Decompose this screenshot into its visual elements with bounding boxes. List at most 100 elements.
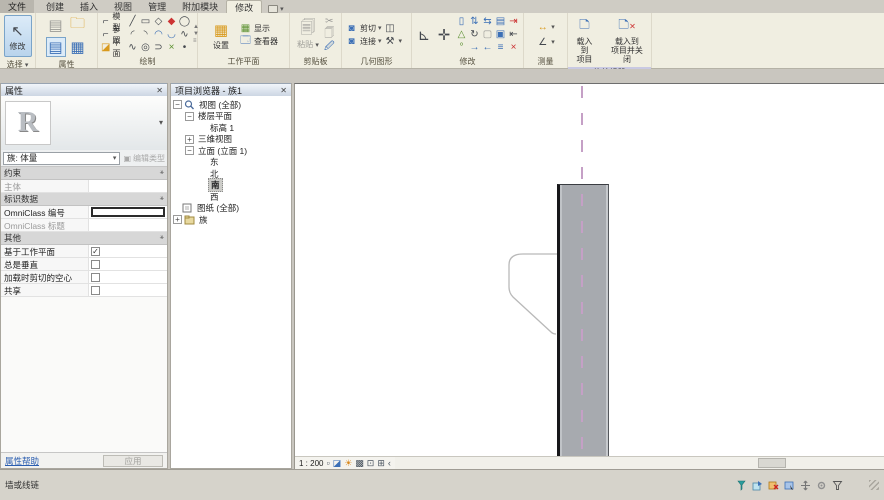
tree-node-floor-plans[interactable]: − 楼层平面 (185, 111, 289, 123)
close-icon[interactable]: ✕ (280, 86, 287, 95)
scale-icon[interactable]: ▣ (494, 28, 507, 40)
elevation-view-south[interactable] (295, 84, 884, 456)
polygon-circumscribed-tool-icon[interactable]: ◆ (165, 15, 178, 27)
point-tool-icon[interactable]: • (178, 41, 191, 53)
collapse-icon[interactable]: − (173, 100, 182, 109)
mirror-axis-icon[interactable]: ⇅ (468, 15, 481, 27)
property-row-cut-voids[interactable]: 加载时剪切的空心 (1, 271, 167, 284)
expand-icon[interactable]: + (185, 135, 194, 144)
family-category-icon[interactable]: 🗀 (68, 15, 88, 35)
delete-icon[interactable]: × (507, 41, 520, 53)
cut-voids-checkbox[interactable] (91, 273, 100, 282)
tree-node-views[interactable]: − 视图 (全部) (173, 99, 289, 111)
work-plane-based-checkbox[interactable]: ✓ (91, 247, 100, 256)
demolish-icon[interactable]: ⚒ (384, 35, 397, 47)
trim-extend-icon[interactable]: ← (481, 41, 494, 53)
extend-icon[interactable]: → (468, 41, 481, 53)
arc-tangent-tool-icon[interactable]: ◠ (152, 28, 165, 40)
tree-node-sheets[interactable]: 图纸 (全部) (173, 203, 289, 215)
load-into-project-close-button[interactable]: 🗅✕ 载入到 项目并关闭 (606, 15, 648, 65)
select-underlay-elements-icon[interactable] (752, 480, 763, 491)
wall-joins-icon[interactable]: ◫ (384, 22, 397, 34)
show-crop-region-icon[interactable]: ⊞ (377, 458, 385, 468)
workplane-viewer-button[interactable]: 🗔查看器 (239, 35, 278, 47)
line-tool-icon[interactable]: ╱ (126, 15, 139, 27)
pin-icon[interactable]: ⇤ (507, 28, 520, 40)
properties-panel-titlebar[interactable]: 属性 ✕ (1, 83, 167, 96)
tree-node-families[interactable]: + 族 (173, 214, 289, 226)
cut-geometry-button[interactable]: ◙剪切▾ (345, 22, 382, 34)
set-workplane-button[interactable]: ▦ 设置 (209, 19, 233, 51)
drawing-canvas[interactable]: 1 : 200 ▫ ◪ ☀ ▩ ⊡ ⊞ ‹ (294, 83, 884, 469)
move-icon[interactable]: ✛ (435, 25, 453, 45)
horizontal-scrollbar[interactable] (395, 457, 884, 469)
circle-tool-icon[interactable]: ◯ (178, 15, 191, 27)
filter-icon[interactable] (832, 480, 843, 491)
measure-angle-button[interactable]: ∠▾ (536, 36, 555, 48)
resize-grip[interactable] (869, 480, 879, 490)
project-browser-titlebar[interactable]: 项目浏览器 - 族1 ✕ (171, 83, 291, 96)
tab-create[interactable]: 创建 (38, 0, 72, 13)
edit-type-button[interactable]: ▣ 编辑类型 (123, 153, 165, 164)
properties-icon[interactable]: ▤ (46, 37, 66, 57)
copy-tool-icon[interactable]: ▤ (494, 15, 507, 27)
type-selector[interactable]: 族: 体量 ▾ (3, 152, 120, 165)
tree-node-level-1[interactable]: 标高 1 (197, 122, 289, 134)
modify-indicator[interactable]: ▾ (268, 5, 284, 13)
shared-checkbox[interactable] (91, 286, 100, 295)
offset-icon[interactable]: ▯ (455, 15, 468, 27)
gear-icon[interactable] (816, 480, 827, 491)
arc-fillet-tool-icon[interactable]: ◡ (165, 28, 178, 40)
tree-node-3d-views[interactable]: + 三维视图 (185, 134, 289, 146)
expand-icon[interactable]: + (173, 215, 182, 224)
modify-tool-button[interactable]: ↖ 修改 (4, 15, 32, 57)
load-into-project-button[interactable]: 🗅 载入到 项目 (571, 15, 598, 65)
collapse-arrow-icon[interactable]: ‹ (388, 458, 391, 468)
tree-node-elevations[interactable]: − 立面 (立面 1) (185, 145, 289, 157)
scale-selector[interactable]: 1 : 200 (299, 459, 323, 468)
arc-center-tool-icon[interactable]: ◝ (139, 28, 152, 40)
measure-dimension-button[interactable]: ↔▾ (536, 21, 555, 33)
close-icon[interactable]: ✕ (156, 86, 163, 95)
polygon-inscribed-tool-icon[interactable]: ◇ (152, 15, 165, 27)
section-constraints[interactable]: 约束 ⚹ (1, 167, 167, 180)
property-row-always-vertical[interactable]: 总是垂直 (1, 258, 167, 271)
tab-manage[interactable]: 管理 (140, 0, 174, 13)
tab-addins[interactable]: 附加模块 (174, 0, 226, 13)
detail-level-icon[interactable]: ▫ (326, 458, 329, 468)
rotate-icon[interactable]: △ (455, 28, 468, 40)
property-row-omniclass-code[interactable]: OmniClass 编号 (1, 206, 167, 219)
always-vertical-checkbox[interactable] (91, 260, 100, 269)
arc-start-end-tool-icon[interactable]: ◜ (126, 28, 139, 40)
property-row-work-plane-based[interactable]: 基于工作平面 ✓ (1, 245, 167, 258)
select-links-icon[interactable] (736, 480, 747, 491)
collapse-icon[interactable]: − (185, 112, 194, 121)
visual-style-icon[interactable]: ◪ (333, 458, 342, 468)
array-icon[interactable]: ▢ (481, 28, 494, 40)
apply-button[interactable]: 应用 (103, 455, 163, 467)
draw-plane-row[interactable]: ◪平面 (101, 42, 124, 54)
tree-node-east[interactable]: 东 (197, 157, 289, 169)
section-identity-data[interactable]: 标识数据 ⚹ (1, 193, 167, 206)
tab-modify[interactable]: 修改 (226, 0, 262, 13)
spline2-tool-icon[interactable]: ∿ (126, 41, 139, 53)
family-types-icon[interactable]: ▦ (68, 37, 88, 57)
partial-ellipse-tool-icon[interactable]: ⊃ (152, 41, 165, 53)
properties-palette-icon[interactable]: ▤ (46, 15, 66, 35)
pick-lines-tool-icon[interactable]: × (165, 41, 178, 53)
tree-node-south[interactable]: 南 (197, 180, 289, 192)
rectangle-tool-icon[interactable]: ▭ (139, 15, 152, 27)
spline-tool-icon[interactable]: ∿ (178, 28, 191, 40)
align-icon[interactable]: ⊾ (415, 25, 433, 45)
sketch-profile-outline[interactable] (295, 84, 884, 456)
paste-button[interactable]: 🗐 粘贴 ▾ (295, 18, 321, 51)
collapse-icon[interactable]: − (185, 146, 194, 155)
properties-help-link[interactable]: 属性帮助 (5, 455, 39, 467)
omniclass-code-input[interactable] (91, 207, 165, 217)
split-icon[interactable]: ⇥ (507, 15, 520, 27)
crop-view-icon[interactable]: ⊡ (367, 458, 375, 468)
align-multi-icon[interactable]: ≡ (494, 41, 507, 53)
select-elements-by-face-icon[interactable] (784, 480, 795, 491)
tree-node-west[interactable]: 西 (197, 191, 289, 203)
mirror-pick-icon[interactable]: ⇆ (481, 15, 494, 27)
